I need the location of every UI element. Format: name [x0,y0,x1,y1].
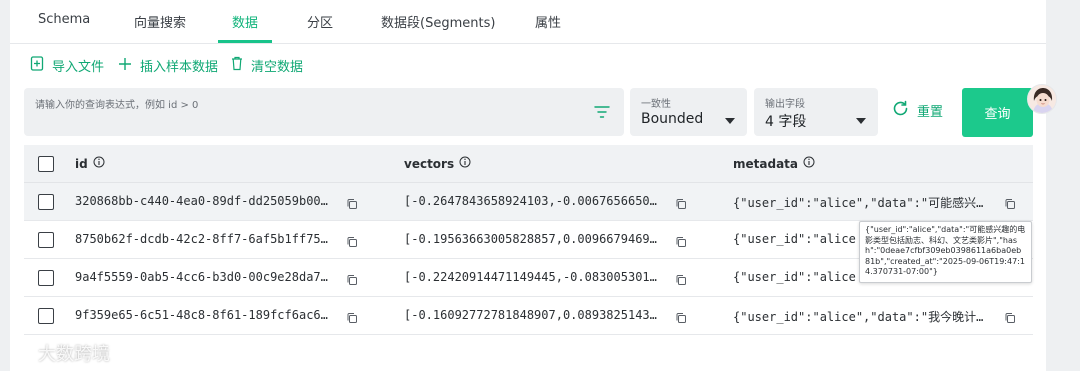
cell-vectors: [-0.19563663005828857,0.0096679469… [404,232,657,246]
avatar[interactable] [1027,84,1057,114]
table-header: id vectors metadata [24,145,1033,183]
insert-sample-button[interactable]: 插入样本数据 [118,56,218,75]
consistency-select[interactable]: 一致性 Bounded [630,88,747,136]
active-tab-indicator [218,40,272,43]
row-checkbox[interactable] [38,270,54,286]
output-fields-label: 输出字段 [765,99,805,110]
reset-button[interactable]: 重置 [892,100,943,121]
query-placeholder: 请输入你的查询表达式，例如 id > 0 [35,100,199,111]
cell-vectors: [-0.2647843658924103,-0.0067656650… [404,194,657,208]
row-checkbox[interactable] [38,232,54,248]
insert-sample-label: 插入样本数据 [140,60,219,75]
column-label: metadata [733,156,798,171]
table-row[interactable]: 9f359e65-6c51-48c8-8f61-189fcf6ac6… [-0.… [24,297,1033,335]
info-icon[interactable] [459,156,471,171]
refresh-icon [892,100,917,121]
column-label: id [75,156,88,171]
info-icon[interactable] [803,156,815,171]
cell-metadata: {"user_id":"alice","data":"我今晚计… [733,310,984,324]
watermark-text: 大数跨境 [38,344,110,365]
file-add-icon [30,56,52,75]
tab-vector-search[interactable]: 向量搜索 [134,12,186,31]
column-label: vectors [404,156,455,171]
cell-id: 9f359e65-6c51-48c8-8f61-189fcf6ac6… [75,308,328,322]
cell-id: 8750b62f-dcdb-42c2-8ff7-6af5b1ff75… [75,232,328,246]
right-gutter [1046,0,1080,371]
tab-schema[interactable]: Schema [38,12,90,27]
trash-icon [231,56,251,75]
copy-icon[interactable] [346,309,358,328]
query-expression-input[interactable]: 请输入你的查询表达式，例如 id > 0 [24,88,624,136]
caret-down-icon [856,109,866,128]
caret-down-icon [725,109,735,128]
cell-id: 9a4f5559-0ab5-4cc6-b3d0-00c9e28da7… [75,270,328,284]
tab-data[interactable]: 数据 [232,12,258,31]
info-icon[interactable] [93,156,105,171]
tab-partitions[interactable]: 分区 [307,12,333,31]
cell-metadata: {"user_id":"alice [733,232,856,246]
copy-icon[interactable] [346,271,358,290]
copy-icon[interactable] [675,195,687,214]
import-file-label: 导入文件 [52,60,105,75]
copy-icon[interactable] [675,271,687,290]
metadata-tooltip: {"user_id":"alice","data":"可能感兴趣的电影类型包括励… [859,221,1032,283]
output-fields-select[interactable]: 输出字段 4 字段 [754,88,878,136]
output-fields-value: 4 字段 [765,114,807,130]
column-header-metadata[interactable]: metadata [733,156,815,171]
cell-metadata: {"user_id":"alice [733,270,856,284]
filter-icon[interactable] [594,104,610,123]
copy-icon[interactable] [1004,195,1016,214]
consistency-label: 一致性 [641,99,671,110]
tab-segments[interactable]: 数据段(Segments) [381,12,495,31]
table-row[interactable]: 320868bb-c440-4ea0-89df-dd25059b00… [-0.… [24,183,1033,221]
column-header-vectors[interactable]: vectors [404,156,471,171]
data-panel: Schema 向量搜索 数据 分区 数据段(Segments) 属性 导入文件 … [10,0,1046,371]
clear-data-label: 清空数据 [251,60,304,75]
watermark: 大数跨境 [10,340,110,366]
import-file-button[interactable]: 导入文件 [30,56,104,75]
select-all-checkbox[interactable] [38,156,54,172]
column-header-id[interactable]: id [75,156,105,171]
copy-icon[interactable] [346,195,358,214]
consistency-value: Bounded [641,111,704,127]
row-checkbox[interactable] [38,194,54,210]
reset-label: 重置 [917,105,944,120]
copy-icon[interactable] [675,233,687,252]
copy-icon[interactable] [1004,309,1016,328]
watermark-logo-icon [10,342,38,365]
cell-id: 320868bb-c440-4ea0-89df-dd25059b00… [75,194,328,208]
tab-bar: Schema 向量搜索 数据 分区 数据段(Segments) 属性 [10,0,1046,44]
copy-icon[interactable] [346,233,358,252]
query-button[interactable]: 查询 [962,88,1033,137]
copy-icon[interactable] [675,309,687,328]
tab-properties[interactable]: 属性 [535,12,561,31]
clear-data-button[interactable]: 清空数据 [231,56,303,75]
row-checkbox[interactable] [38,308,54,324]
plus-icon [118,57,140,75]
cell-vectors: [-0.22420914471149445,-0.083005301… [404,270,657,284]
cell-metadata: {"user_id":"alice","data":"可能感兴… [733,196,984,210]
cell-vectors: [-0.16092772781848907,0.0893825143… [404,308,657,322]
